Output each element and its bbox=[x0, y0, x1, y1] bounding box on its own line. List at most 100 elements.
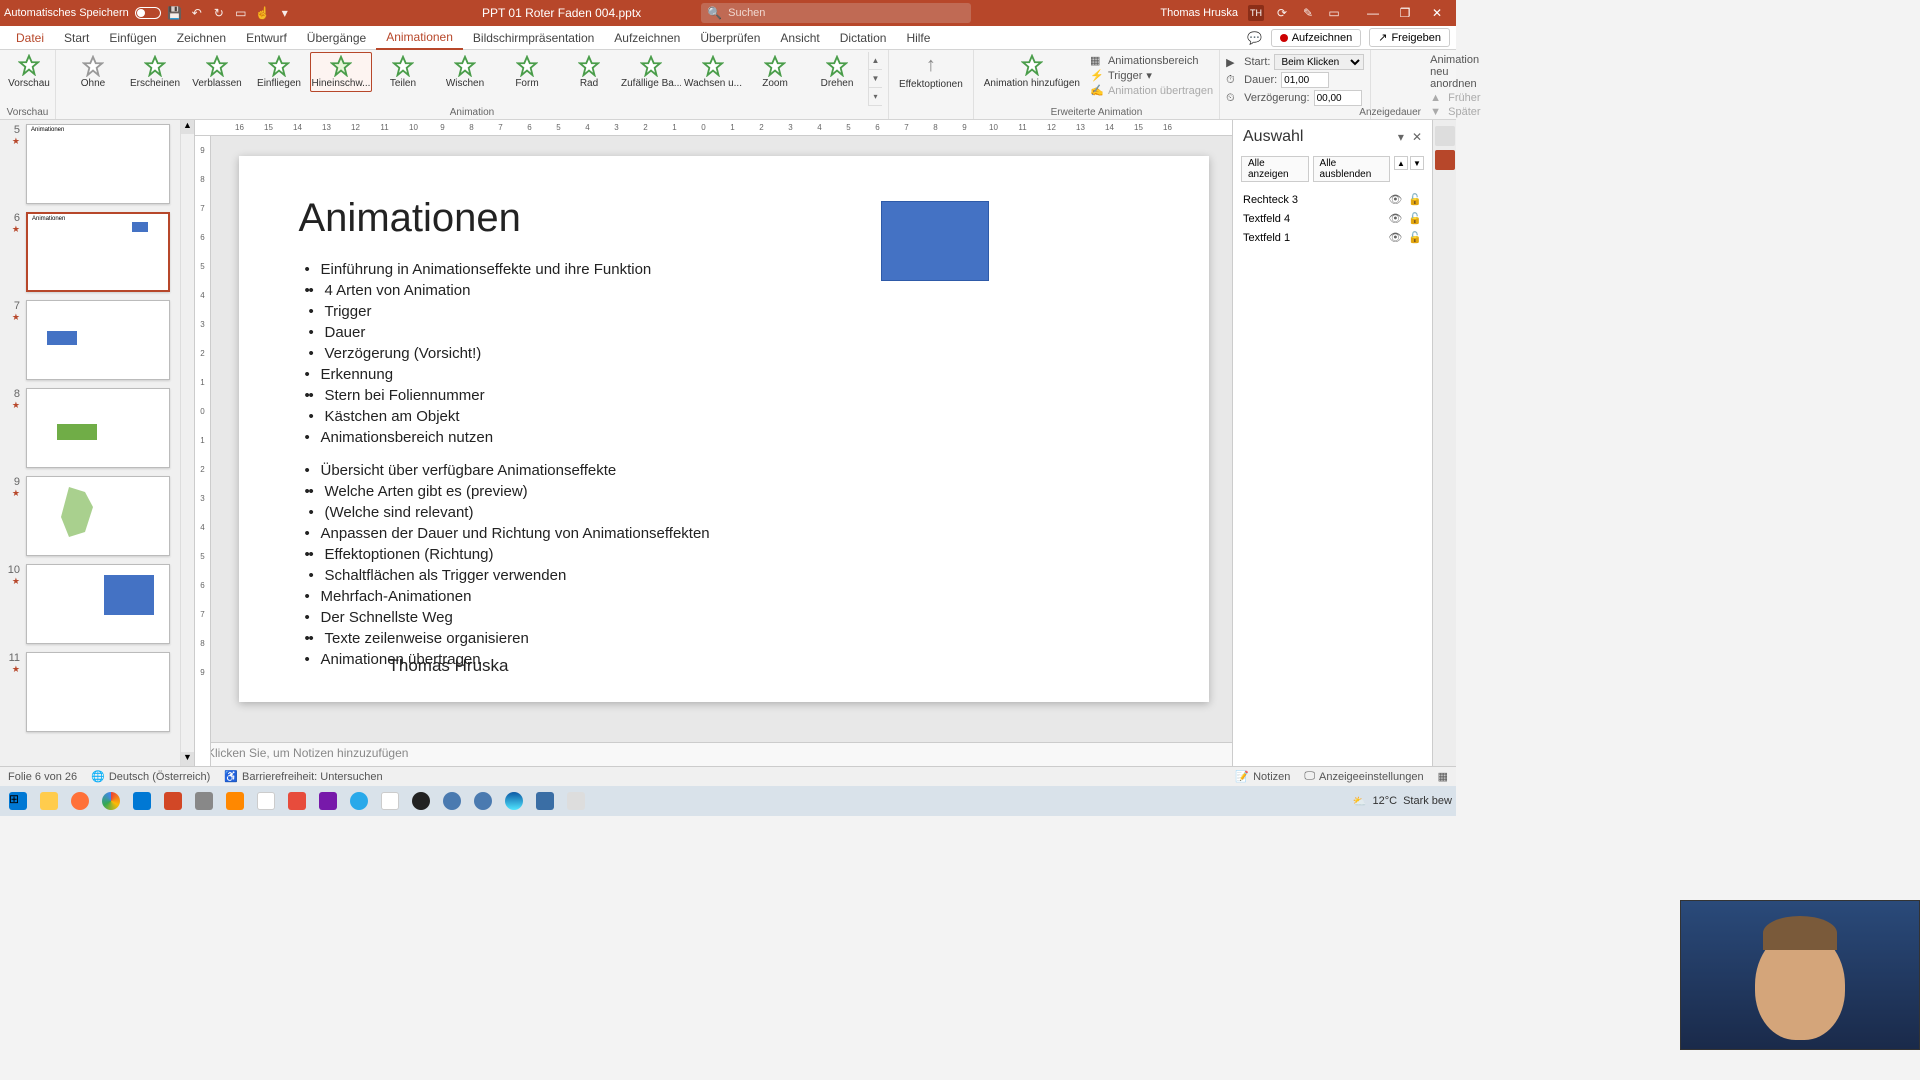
thumbnail-slide-6[interactable]: 6★Animationen bbox=[0, 208, 194, 296]
tab-dictation[interactable]: Dictation bbox=[830, 26, 897, 50]
effect-options-button[interactable]: ↑ Effektoptionen bbox=[895, 52, 967, 92]
slide-body[interactable]: Einführung in Animationseffekte und ihre… bbox=[299, 259, 1149, 670]
telegram-icon[interactable] bbox=[345, 788, 373, 814]
app-icon[interactable] bbox=[190, 788, 218, 814]
thumb-scrollbar[interactable]: ▲ ▼ bbox=[180, 120, 194, 766]
visibility-icon[interactable]: 👁 bbox=[1388, 212, 1402, 225]
visibility-icon[interactable]: 👁 bbox=[1388, 193, 1402, 206]
thumbnail-slide-9[interactable]: 9★ bbox=[0, 472, 194, 560]
tab-slideshow[interactable]: Bildschirmpräsentation bbox=[463, 26, 604, 50]
gallery-down[interactable]: ▼ bbox=[869, 70, 882, 88]
tab-view[interactable]: Ansicht bbox=[770, 26, 829, 50]
app-icon[interactable] bbox=[283, 788, 311, 814]
animation-pane-button[interactable]: ▦Animationsbereich bbox=[1090, 54, 1213, 67]
from-beginning-icon[interactable]: ▭ bbox=[233, 5, 249, 21]
view-normal-icon[interactable]: ▦ bbox=[1438, 770, 1448, 783]
lock-icon[interactable]: 🔓 bbox=[1408, 212, 1422, 225]
display-settings[interactable]: 🖵 Anzeigeeinstellungen bbox=[1304, 770, 1423, 783]
share-button[interactable]: ↗Freigeben bbox=[1369, 28, 1450, 47]
maximize-button[interactable]: ❐ bbox=[1390, 3, 1420, 23]
hide-all-button[interactable]: Alle ausblenden bbox=[1313, 156, 1390, 182]
app-icon[interactable] bbox=[469, 788, 497, 814]
user-name[interactable]: Thomas Hruska bbox=[1160, 7, 1238, 19]
thumb-scroll-up[interactable]: ▲ bbox=[181, 120, 194, 134]
duration-input[interactable] bbox=[1281, 72, 1329, 88]
show-all-button[interactable]: Alle anzeigen bbox=[1241, 156, 1309, 182]
animation-verblassen[interactable]: Verblassen bbox=[186, 52, 248, 92]
animation-form[interactable]: Form bbox=[496, 52, 558, 92]
animation-ohne[interactable]: Ohne bbox=[62, 52, 124, 92]
tab-animations[interactable]: Animationen bbox=[376, 26, 463, 50]
animation-drehen[interactable]: Drehen bbox=[806, 52, 868, 92]
edge-icon[interactable] bbox=[500, 788, 528, 814]
window-icon[interactable]: ▭ bbox=[1326, 5, 1342, 21]
tab-help[interactable]: Hilfe bbox=[896, 26, 940, 50]
tab-transitions[interactable]: Übergänge bbox=[297, 26, 376, 50]
undo-icon[interactable]: ↶ bbox=[189, 5, 205, 21]
notes-placeholder[interactable]: Klicken Sie, um Notizen hinzuzufügen bbox=[195, 742, 1232, 766]
save-icon[interactable]: 💾 bbox=[167, 5, 183, 21]
slide-footer[interactable]: Thomas Hruska bbox=[389, 656, 509, 676]
visibility-icon[interactable]: 👁 bbox=[1388, 231, 1402, 244]
tab-insert[interactable]: Einfügen bbox=[99, 26, 166, 50]
selection-item[interactable]: Rechteck 3👁🔓 bbox=[1243, 190, 1422, 209]
trigger-button[interactable]: ⚡Trigger ▾ bbox=[1090, 69, 1213, 82]
preview-button[interactable]: Vorschau bbox=[6, 52, 52, 91]
animation-einfliegen[interactable]: Einfliegen bbox=[248, 52, 310, 92]
lock-icon[interactable]: 🔓 bbox=[1408, 231, 1422, 244]
tab-record[interactable]: Aufzeichnen bbox=[604, 26, 690, 50]
animation-painter-button[interactable]: ✍Animation übertragen bbox=[1090, 84, 1213, 97]
close-button[interactable]: ✕ bbox=[1422, 3, 1452, 23]
start-button[interactable]: ⊞ bbox=[4, 788, 32, 814]
search-box[interactable]: 🔍 bbox=[701, 3, 971, 23]
ink-icon[interactable]: ✎ bbox=[1300, 5, 1316, 21]
pane-dropdown-icon[interactable]: ▾ bbox=[1398, 130, 1404, 144]
tab-design[interactable]: Entwurf bbox=[236, 26, 297, 50]
tab-review[interactable]: Überprüfen bbox=[690, 26, 770, 50]
sync-icon[interactable]: ⟳ bbox=[1274, 5, 1290, 21]
powerpoint-icon[interactable] bbox=[159, 788, 187, 814]
rail-button-active[interactable] bbox=[1435, 150, 1455, 170]
animation-zoom[interactable]: Zoom bbox=[744, 52, 806, 92]
tab-file[interactable]: Datei bbox=[6, 26, 54, 50]
thumbnail-slide-7[interactable]: 7★ bbox=[0, 296, 194, 384]
animation-hineinschw-[interactable]: Hineinschw... bbox=[310, 52, 372, 92]
notes-toggle[interactable]: 📝 Notizen bbox=[1235, 770, 1290, 783]
comments-icon[interactable]: 💬 bbox=[1247, 30, 1263, 46]
pane-close-icon[interactable]: ✕ bbox=[1412, 130, 1422, 144]
animation-erscheinen[interactable]: Erscheinen bbox=[124, 52, 186, 92]
app-icon[interactable] bbox=[438, 788, 466, 814]
autosave-toggle[interactable]: Automatisches Speichern bbox=[4, 7, 161, 19]
animation-wischen[interactable]: Wischen bbox=[434, 52, 496, 92]
qat-dropdown-icon[interactable]: ▾ bbox=[277, 5, 293, 21]
language-status[interactable]: 🌐 Deutsch (Österreich) bbox=[91, 770, 210, 783]
search-input[interactable] bbox=[728, 7, 965, 19]
tab-start[interactable]: Start bbox=[54, 26, 99, 50]
app-icon[interactable] bbox=[531, 788, 559, 814]
slide-counter[interactable]: Folie 6 von 26 bbox=[8, 771, 77, 783]
user-avatar[interactable]: TH bbox=[1248, 5, 1264, 21]
lock-icon[interactable]: 🔓 bbox=[1408, 193, 1422, 206]
explorer-icon[interactable] bbox=[35, 788, 63, 814]
move-earlier-button[interactable]: ▲Früher bbox=[1430, 92, 1480, 104]
selection-item[interactable]: Textfeld 4👁🔓 bbox=[1243, 209, 1422, 228]
selection-item[interactable]: Textfeld 1👁🔓 bbox=[1243, 228, 1422, 247]
thumbnail-slide-5[interactable]: 5★Animationen bbox=[0, 120, 194, 208]
reorder-down-icon[interactable]: ▼ bbox=[1410, 156, 1424, 170]
outlook-icon[interactable] bbox=[128, 788, 156, 814]
slide-canvas[interactable]: Animationen Einführung in Animationseffe… bbox=[239, 156, 1209, 702]
shape-rectangle[interactable] bbox=[881, 201, 989, 281]
accessibility-status[interactable]: ♿ Barrierefreiheit: Untersuchen bbox=[224, 770, 382, 783]
weather-widget[interactable]: ⛅ 12°C Stark bew bbox=[1353, 795, 1452, 808]
gallery-up[interactable]: ▲ bbox=[869, 52, 882, 70]
animation-zuf-llige-ba-[interactable]: Zufällige Ba... bbox=[620, 52, 682, 92]
reorder-up-icon[interactable]: ▲ bbox=[1394, 156, 1408, 170]
animation-wachsen-u-[interactable]: Wachsen u... bbox=[682, 52, 744, 92]
chrome-icon[interactable] bbox=[97, 788, 125, 814]
animation-rad[interactable]: Rad bbox=[558, 52, 620, 92]
document-title[interactable]: PPT 01 Roter Faden 004.pptx bbox=[482, 6, 641, 20]
thumbnail-slide-10[interactable]: 10★ bbox=[0, 560, 194, 648]
minimize-button[interactable]: — bbox=[1358, 3, 1388, 23]
slide-thumbnails[interactable]: 5★Animationen6★Animationen7★8★9★10★11★ ▲… bbox=[0, 120, 195, 766]
add-animation-button[interactable]: Animation hinzufügen bbox=[980, 52, 1084, 97]
